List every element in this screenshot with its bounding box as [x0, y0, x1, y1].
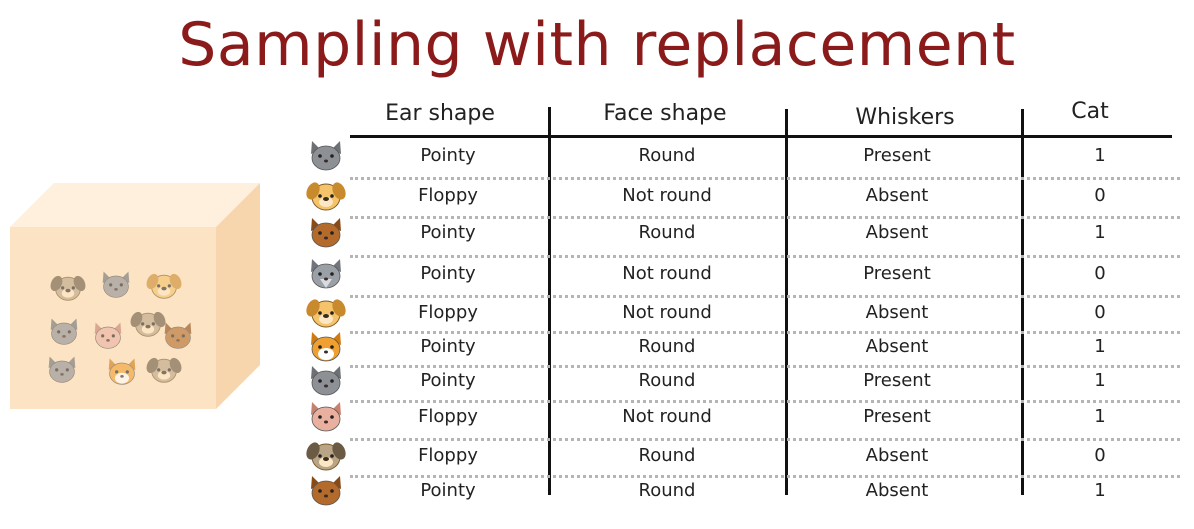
cell-cat: 1 [1094, 336, 1106, 357]
cell-cat: 1 [1094, 222, 1106, 243]
header-ear-shape: Ear shape [385, 101, 495, 126]
cell-whiskers: Absent [865, 222, 929, 243]
dog-tan-icon [306, 299, 346, 328]
header-whiskers: Whiskers [855, 105, 955, 130]
header-rule [350, 135, 1172, 138]
data-table: Ear shape Face shape Whiskers Cat Pointy… [300, 95, 1180, 515]
cat-orange-icon [311, 332, 341, 362]
cell-face: Round [638, 445, 696, 466]
cell-face: Round [638, 480, 696, 501]
cell-ear: Pointy [420, 480, 476, 501]
cat-pink-icon [311, 402, 341, 432]
cell-face: Not round [622, 185, 712, 206]
cell-face: Not round [622, 302, 712, 323]
cell-cat: 1 [1094, 145, 1106, 166]
cell-cat: 1 [1094, 406, 1106, 427]
wolf-gray-icon [311, 259, 341, 289]
row-separator [350, 177, 1180, 180]
cell-ear: Pointy [420, 336, 476, 357]
dog-tan-icon [306, 182, 346, 211]
cell-ear: Floppy [418, 445, 478, 466]
cell-cat: 1 [1094, 370, 1106, 391]
cell-whiskers: Absent [865, 336, 929, 357]
slide-title: Sampling with replacement [178, 10, 1016, 80]
cell-ear: Floppy [418, 406, 478, 427]
box-top [10, 183, 260, 227]
row-separator [350, 400, 1180, 403]
row-separator [350, 365, 1180, 368]
row-separator [350, 331, 1180, 334]
row-separator [350, 437, 1180, 441]
cell-ear: Floppy [418, 302, 478, 323]
header-face-shape: Face shape [603, 101, 727, 126]
cell-face: Not round [622, 263, 712, 284]
cat-gray-icon [311, 141, 341, 171]
cell-ear: Floppy [418, 185, 478, 206]
cell-whiskers: Present [863, 406, 931, 427]
cell-face: Round [638, 145, 696, 166]
row-separator [350, 215, 1180, 219]
cat-brown-icon [311, 218, 341, 248]
dog-dark-icon [306, 442, 346, 471]
cell-cat: 0 [1094, 263, 1106, 284]
cell-ear: Pointy [420, 145, 476, 166]
cell-cat: 0 [1094, 185, 1106, 206]
row-separator [350, 294, 1180, 298]
cell-whiskers: Absent [865, 480, 929, 501]
cell-face: Round [638, 222, 696, 243]
cat-gray-icon [311, 366, 341, 396]
cell-face: Round [638, 370, 696, 391]
cell-whiskers: Present [863, 370, 931, 391]
cell-ear: Pointy [420, 370, 476, 391]
cell-cat: 0 [1094, 302, 1106, 323]
box-front [10, 227, 216, 409]
box-animals [48, 271, 192, 385]
cell-whiskers: Absent [865, 185, 929, 206]
cell-whiskers: Present [863, 145, 931, 166]
cell-whiskers: Absent [865, 445, 929, 466]
cell-cat: 0 [1094, 445, 1106, 466]
cell-ear: Pointy [420, 263, 476, 284]
cat-brown-icon [311, 476, 341, 506]
cell-whiskers: Absent [865, 302, 929, 323]
cell-whiskers: Present [863, 263, 931, 284]
row-separator [350, 254, 1180, 258]
row-separator [350, 474, 1180, 478]
cell-face: Round [638, 336, 696, 357]
cell-ear: Pointy [420, 222, 476, 243]
header-cat: Cat [1071, 99, 1109, 124]
cell-cat: 1 [1094, 480, 1106, 501]
sample-box [10, 183, 260, 409]
cell-face: Not round [622, 406, 712, 427]
